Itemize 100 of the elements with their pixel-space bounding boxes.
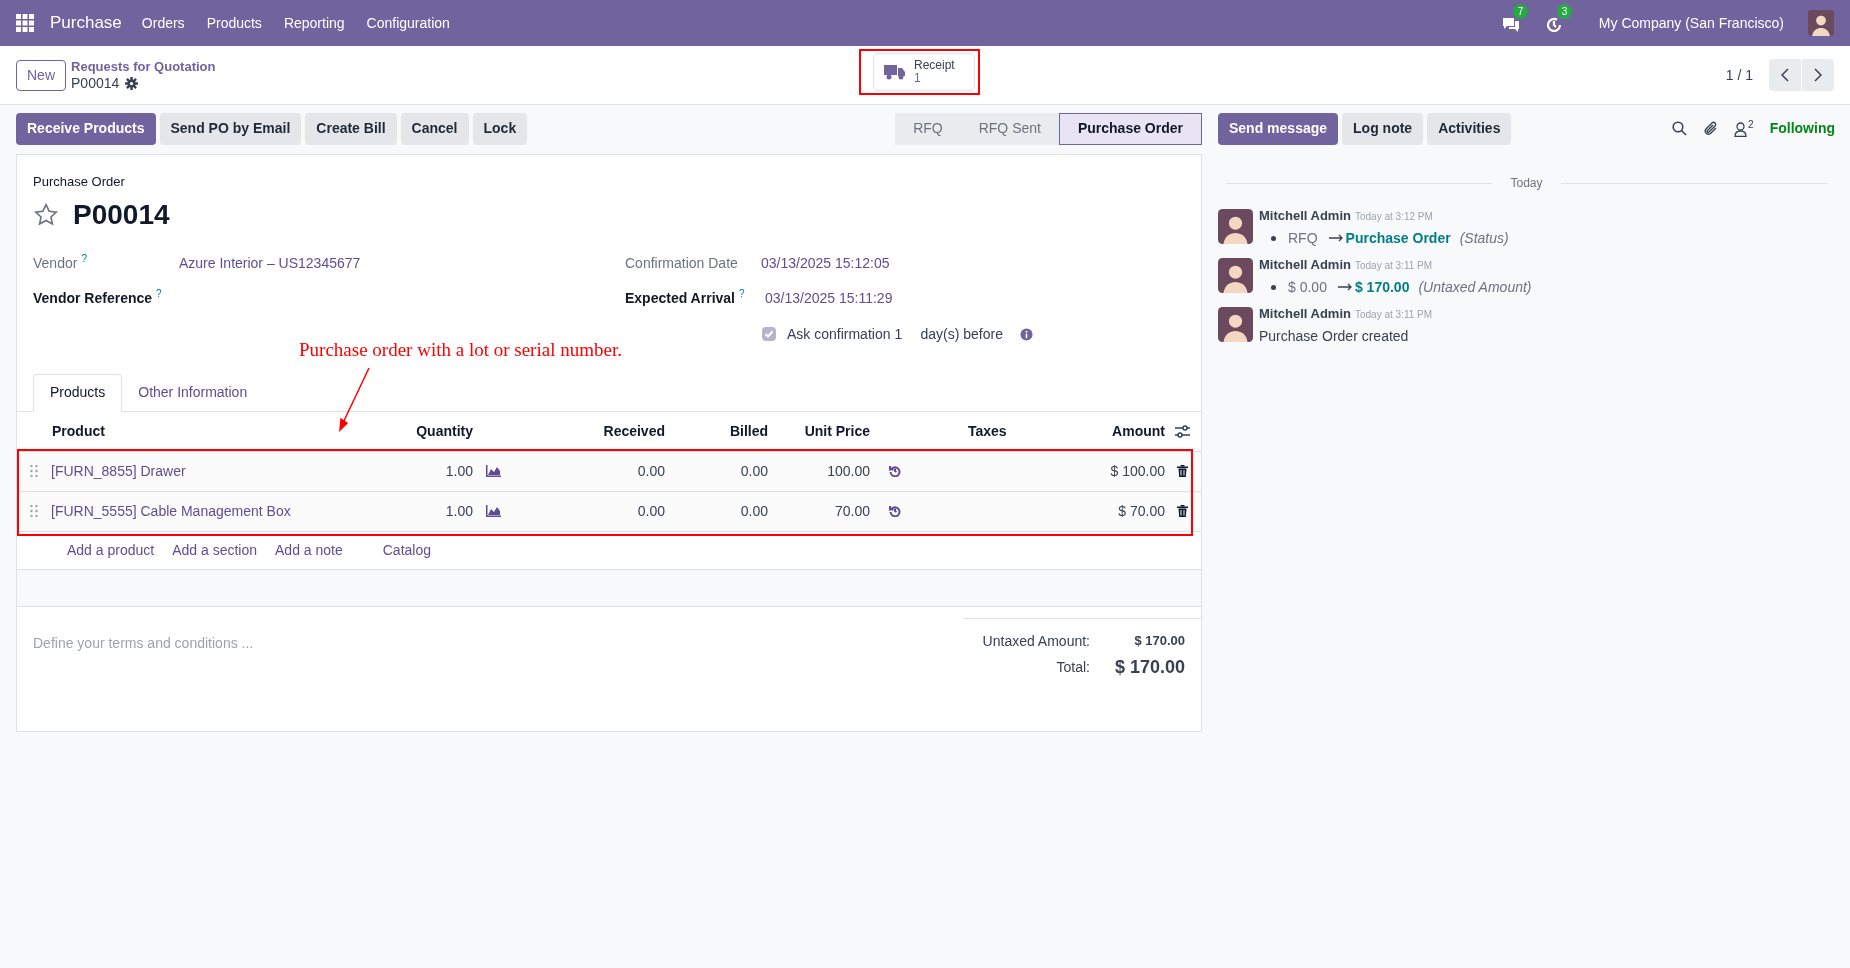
add-line-link[interactable]: Add a note [275,539,343,561]
drag-handle-icon[interactable] [30,505,38,517]
table-cell-text: 70.00 [834,501,870,521]
column-header[interactable]: Taxes [920,420,1007,442]
date-separator: Today [1509,175,1544,192]
help-icon[interactable]: ? [81,250,87,266]
field-label: Expected Arrival [625,288,735,308]
badge: 3 [1556,4,1573,19]
author-name: Mitchell Admin [1259,256,1351,274]
action-button[interactable]: Send PO by Email [159,112,302,145]
drag-handle-icon[interactable] [30,465,38,477]
menu-item[interactable]: Products [206,12,262,34]
company-switcher[interactable]: My Company (San Francisco) [1598,12,1784,34]
status-stage[interactable]: RFQ [895,112,961,145]
chart-icon[interactable] [486,465,501,477]
column-header[interactable]: Received [603,420,665,442]
total-label: Untaxed Amount: [982,631,1090,651]
field-label: Vendor Reference [33,288,153,308]
new-button[interactable]: New [16,59,66,91]
old-value: $ 0.00 [1288,277,1327,297]
avatar-icon [1218,209,1253,244]
user-icon [1734,122,1748,137]
check-icon [764,329,774,339]
chatter-button[interactable]: Log note [1342,112,1424,145]
action-button[interactable]: Lock [472,112,528,145]
field-value[interactable]: Azure Interior – US12345677 [179,252,361,274]
annotation-text: Purchase order with a lot or serial number. [299,338,622,362]
message-time: Today at 3:11 PM [1354,259,1433,273]
chatter-button[interactable]: Activities [1427,112,1512,145]
chevron-left-icon [1781,68,1789,82]
column-header[interactable]: Product [51,420,105,442]
messages-button[interactable] [1500,16,1521,34]
table-cell-text: 1.00 [445,461,473,481]
product-link[interactable]: [FURN_5555] Cable Management Box [51,500,351,522]
message-time: Today at 3:11 PM [1354,308,1433,322]
action-button[interactable]: Create Bill [305,112,397,145]
apps-menu-icon[interactable] [16,14,34,32]
followers-button[interactable]: 2 [1734,120,1754,137]
checkbox[interactable] [762,327,776,341]
star-icon[interactable] [33,201,59,228]
next-button[interactable] [1802,59,1834,91]
table-cell-text: 0.00 [637,501,665,521]
action-button[interactable]: Receive Products [16,112,156,145]
avatar-icon [1808,10,1834,36]
field-label: Confirmation Date [625,253,738,273]
message-body: Purchase Order created [1259,326,1410,346]
record-name: P00014 [71,75,120,92]
table-cell-text: 0.00 [740,501,768,521]
table-cell-text: 100.00 [827,461,870,481]
annotation-arrow [337,367,371,432]
total-value: $ 170.00 [1133,632,1185,651]
settings-icon[interactable] [1175,424,1190,438]
gear-icon[interactable] [125,77,139,90]
menu-item[interactable]: Configuration [366,12,450,34]
add-line-link[interactable]: Catalog [382,539,431,561]
column-header[interactable]: Billed [729,420,768,442]
add-line-link[interactable]: Add a product [67,539,155,561]
info-icon[interactable] [1019,327,1033,341]
column-header[interactable]: Amount [1112,420,1165,442]
history-icon[interactable] [889,465,901,477]
search-icon[interactable] [1672,121,1688,136]
product-link[interactable]: [FURN_8855] Drawer [51,460,351,482]
chart-icon[interactable] [486,505,501,517]
activities-button[interactable] [1544,16,1563,34]
help-icon[interactable]: ? [156,285,162,301]
truck-icon [884,64,906,80]
trash-icon[interactable] [1177,505,1188,517]
field-value[interactable]: 03/13/2025 15:12:05 [761,252,890,274]
status-stage[interactable]: Purchase Order [1058,112,1202,145]
paperclip-icon[interactable] [1703,121,1719,136]
author-name: Mitchell Admin [1259,305,1351,323]
days-value[interactable]: 1 [894,323,920,345]
total-value: $ 170.00 [1113,655,1185,679]
help-icon[interactable]: ? [739,285,745,301]
trash-icon[interactable] [1177,465,1188,477]
app-name[interactable]: Purchase [50,10,122,36]
status-stage[interactable]: RFQ Sent [960,112,1059,145]
receipt-smart-button[interactable]: Receipt 1 [873,53,975,91]
tab[interactable]: Other Information [122,373,264,411]
total-label: Total: [1056,657,1090,677]
breadcrumb-link[interactable]: Requests for Quotation [71,58,216,75]
column-header[interactable]: Quantity [416,420,473,442]
field-name: (Status) [1459,228,1509,248]
add-line-link[interactable]: Add a section [172,539,257,561]
previous-button[interactable] [1769,59,1801,91]
avatar-icon [1218,307,1253,342]
action-button[interactable]: Cancel [400,112,469,145]
author-name: Mitchell Admin [1259,207,1351,225]
chatter-button[interactable]: Send message [1218,112,1339,145]
history-icon[interactable] [889,505,901,517]
field-value[interactable]: 03/13/2025 15:11:29 [765,287,893,309]
menu-item[interactable]: Orders [141,12,185,34]
checkbox-label: Ask confirmation [787,324,891,344]
following-button[interactable]: Following [1769,118,1835,139]
column-header[interactable]: Unit Price [804,420,870,442]
tab[interactable]: Products [33,373,123,412]
table-cell-text: 1.00 [445,501,473,521]
menu-item[interactable]: Reporting [283,12,345,34]
new-value: $ 170.00 [1354,277,1410,297]
table-cell-text: 0.00 [637,461,665,481]
